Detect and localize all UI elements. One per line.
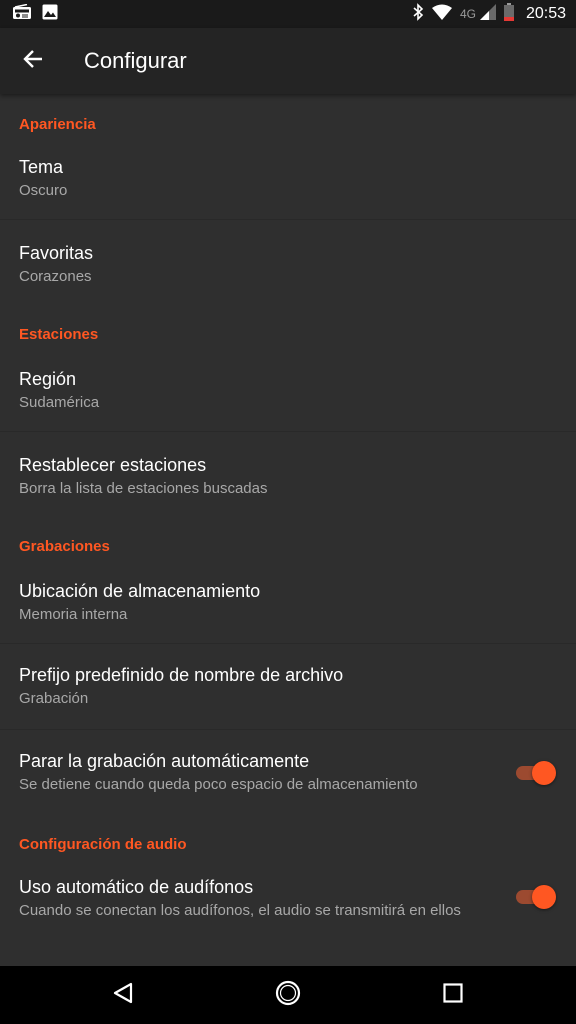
pref-reset-stations[interactable]: Restablecer estaciones Borra la lista de… — [0, 432, 576, 520]
pref-summary: Sudamérica — [19, 394, 100, 411]
system-nav-bar — [0, 966, 576, 1024]
pref-summary: Oscuro — [19, 182, 68, 199]
pref-title: Región — [19, 369, 77, 389]
pref-summary: Corazones — [19, 268, 92, 285]
auto-stop-toggle[interactable] — [514, 760, 556, 785]
pref-file-prefix[interactable]: Prefijo predefinido de nombre de archivo… — [0, 644, 576, 730]
pref-title: Tema — [19, 157, 64, 177]
pref-summary: Se detiene cuando queda poco espacio de … — [19, 776, 418, 793]
pref-title: Parar la grabación automáticamente — [19, 751, 310, 771]
pref-summary: Borra la lista de estaciones buscadas — [19, 480, 268, 497]
section-header-appearance: Apariencia — [19, 116, 96, 133]
pref-auto-headphones[interactable]: Uso automático de audífonos Cuando se co… — [0, 874, 576, 966]
network-type-label: 4G — [459, 7, 476, 21]
pref-title: Restablecer estaciones — [19, 455, 207, 475]
pref-auto-stop-recording[interactable]: Parar la grabación automáticamente Se de… — [0, 730, 576, 818]
arrow-back-icon — [23, 49, 43, 74]
section-header-stations: Estaciones — [19, 326, 99, 343]
pref-summary: Grabación — [19, 690, 89, 707]
pref-title: Ubicación de almacenamiento — [19, 581, 261, 601]
nav-recents-button[interactable] — [423, 966, 483, 1024]
pref-storage-location[interactable]: Ubicación de almacenamiento Memoria inte… — [0, 576, 576, 644]
settings-list: Apariencia Tema Oscuro Favoritas Corazon… — [0, 94, 576, 966]
headphones-toggle[interactable] — [514, 884, 556, 909]
pref-title: Uso automático de audífonos — [19, 877, 254, 897]
toggle-thumb — [532, 885, 556, 909]
pref-title: Prefijo predefinido de nombre de archivo — [19, 665, 344, 685]
wifi-icon — [431, 4, 452, 25]
signal-icon — [479, 3, 496, 25]
status-bar: 4G 20:53 — [0, 0, 576, 28]
pref-theme[interactable]: Tema Oscuro — [0, 152, 576, 220]
clock: 20:53 — [525, 5, 566, 22]
back-button[interactable] — [0, 28, 66, 94]
nav-back-icon — [112, 982, 134, 1009]
bluetooth-icon — [412, 2, 424, 26]
nav-home-icon — [275, 980, 301, 1011]
pref-summary: Cuando se conectan los audífonos, el aud… — [19, 902, 461, 919]
toggle-thumb — [532, 761, 556, 785]
section-header-recordings: Grabaciones — [19, 538, 110, 555]
pref-region[interactable]: Región Sudamérica — [0, 364, 576, 432]
image-icon — [42, 4, 58, 25]
radio-icon — [12, 3, 32, 25]
pref-title: Favoritas — [19, 243, 94, 263]
pref-summary: Memoria interna — [19, 606, 128, 623]
battery-icon — [503, 2, 514, 26]
nav-home-button[interactable] — [258, 966, 318, 1024]
pref-favorites[interactable]: Favoritas Corazones — [0, 220, 576, 308]
page-title: Configurar — [84, 48, 187, 73]
nav-back-button[interactable] — [93, 966, 153, 1024]
nav-recents-icon — [443, 982, 463, 1008]
app-bar: Configurar — [0, 28, 576, 94]
section-header-audio: Configuración de audio — [19, 836, 187, 853]
